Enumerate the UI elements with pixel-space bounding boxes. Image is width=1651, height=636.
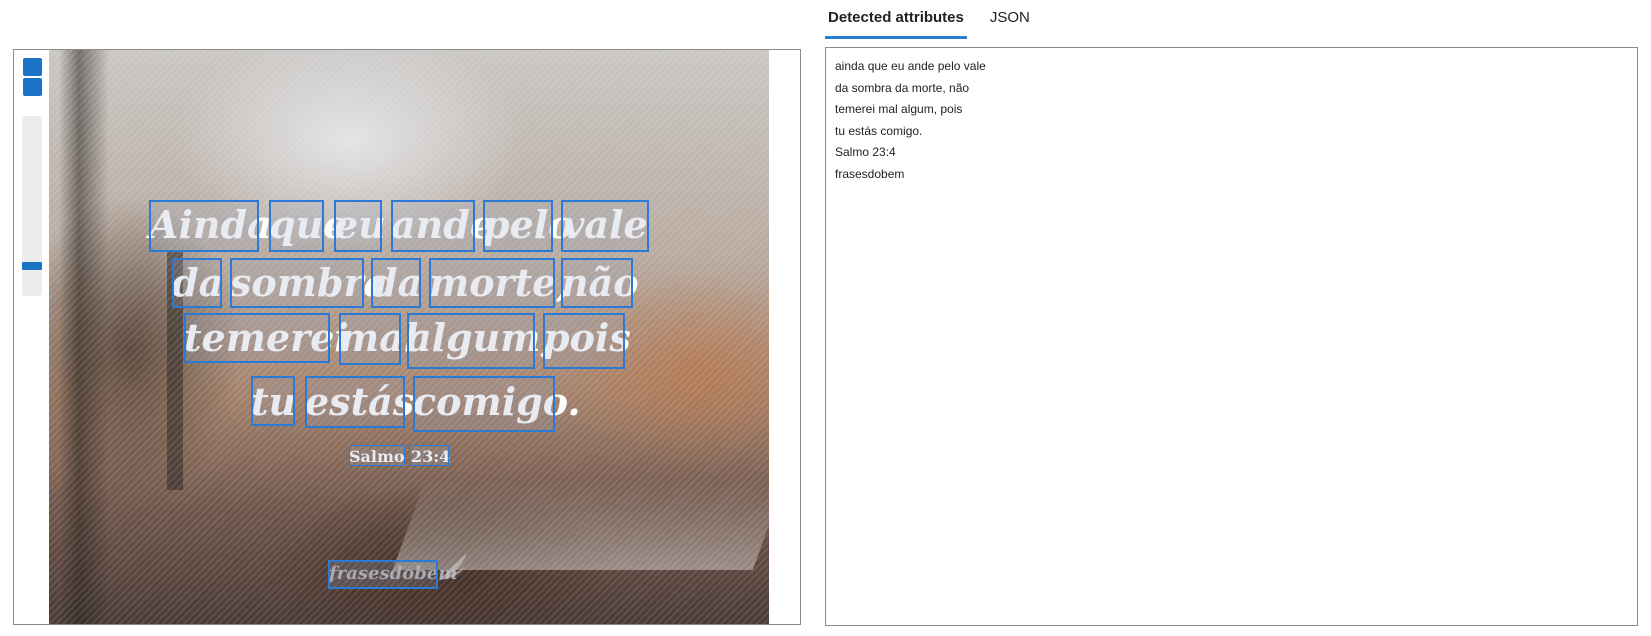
image-word: sombra [230,260,389,305]
zoom-out-button[interactable] [23,78,42,96]
tab-detected-attributes[interactable]: Detected attributes [825,0,967,39]
image-word: da [371,260,423,305]
image-word: Ainda [149,202,272,247]
image-word: morte, [429,260,570,305]
image-word: estás [305,379,415,424]
analyzed-image: Ainda que eu ande pelo vale da sombra da… [49,50,769,624]
image-word: ande [391,202,494,247]
image-word: comigo. [413,379,581,424]
detected-line: Salmo 23:4 [835,145,896,159]
image-viewer[interactable]: Ainda que eu ande pelo vale da sombra da… [13,49,801,625]
detected-attributes-panel: ainda que eu ande pelo vale da sombra da… [825,47,1638,626]
image-word: da [172,260,224,305]
image-word: pois [543,315,631,360]
detected-line: tu estás comigo. [835,123,923,138]
image-word: eu [334,202,386,247]
result-tabs: Detected attributes JSON [825,0,1053,39]
zoom-slider[interactable] [22,116,42,296]
image-word: mal [339,315,419,360]
tree-trunk-shape [59,50,109,624]
image-word: que [269,202,348,247]
zoom-in-button[interactable] [23,58,42,76]
image-word: vale [562,202,648,247]
image-word: pelo [483,202,574,247]
image-word: Salmo [349,447,405,466]
detected-line: frasesdobem [835,166,905,181]
image-word: não [561,260,639,305]
tab-json[interactable]: JSON [987,0,1033,36]
image-word: algum, [407,315,554,360]
image-word: temerei [184,315,349,360]
detected-line: ainda que eu ande pelo vale [835,59,986,73]
detected-line: da sombra da morte, não [835,80,970,95]
image-word: tu [251,379,297,424]
detected-line: temerei mal algum, pois [835,102,963,116]
zoom-slider-thumb[interactable] [22,262,42,270]
image-word: 23:4 [411,447,451,466]
wing-logo-icon [439,553,467,580]
